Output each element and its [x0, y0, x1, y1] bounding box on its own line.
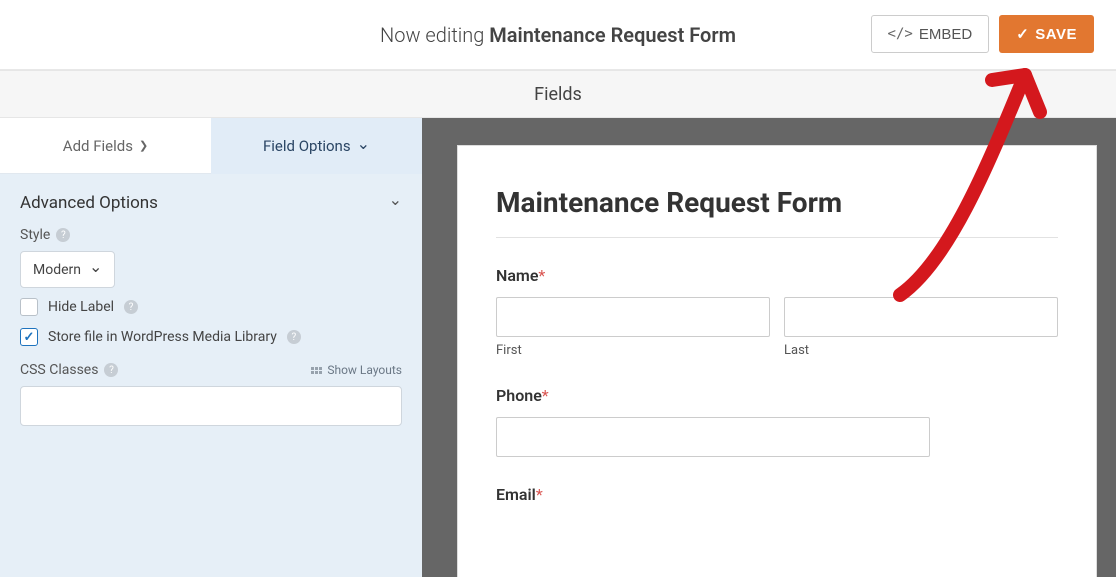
phone-label: Phone	[496, 386, 542, 405]
tab-options-label: Field Options	[263, 137, 351, 155]
name-label: Name	[496, 266, 538, 285]
help-icon[interactable]: ?	[287, 330, 301, 344]
preview-canvas: Maintenance Request Form Name* First Las…	[422, 118, 1116, 577]
check-icon	[1016, 25, 1029, 43]
fields-heading-text: Fields	[534, 84, 582, 105]
required-asterisk: *	[542, 386, 549, 405]
first-name-input[interactable]	[496, 297, 770, 337]
style-select[interactable]: Modern	[20, 251, 115, 288]
embed-label: EMBED	[919, 26, 972, 43]
save-button[interactable]: SAVE	[999, 15, 1094, 53]
name-inputs: First Last	[496, 297, 1058, 358]
last-sublabel: Last	[784, 343, 1058, 358]
hide-label-checkbox[interactable]	[20, 298, 38, 316]
hide-label-text: Hide Label	[48, 299, 114, 315]
store-file-checkbox[interactable]: ✓	[20, 328, 38, 346]
chevron-down-icon	[357, 137, 370, 156]
style-value: Modern	[33, 262, 81, 278]
email-label: Email	[496, 485, 536, 504]
fields-heading: Fields	[0, 70, 1116, 118]
save-label: SAVE	[1035, 26, 1077, 43]
first-sublabel: First	[496, 343, 770, 358]
show-layouts-button[interactable]: Show Layouts	[311, 363, 402, 377]
section-advanced-options[interactable]: Advanced Options	[0, 174, 422, 217]
section-title: Advanced Options	[20, 193, 158, 213]
field-email: Email*	[496, 485, 1058, 504]
show-layouts-text: Show Layouts	[327, 363, 402, 377]
builder-layout: Add Fields Field Options Advanced Option…	[0, 118, 1116, 577]
chevron-down-icon	[89, 260, 102, 279]
grid-icon	[311, 367, 322, 374]
tab-field-options[interactable]: Field Options	[211, 118, 422, 174]
preview-pane: Maintenance Request Form Name* First Las…	[422, 118, 1116, 577]
chevron-down-icon	[389, 192, 402, 213]
field-name: Name* First Last	[496, 266, 1058, 358]
page-title: Now editing Maintenance Request Form	[380, 23, 736, 47]
last-name-input[interactable]	[784, 297, 1058, 337]
required-asterisk: *	[538, 266, 545, 285]
tab-add-fields[interactable]: Add Fields	[0, 118, 211, 174]
help-icon[interactable]: ?	[124, 300, 138, 314]
css-classes-label: CSS Classes	[20, 362, 98, 378]
style-group: Style ? Modern	[0, 217, 422, 288]
required-asterisk: *	[536, 485, 543, 504]
css-classes-label-row: CSS Classes ?	[20, 362, 118, 378]
tab-add-label: Add Fields	[63, 137, 133, 155]
header-actions: </> EMBED SAVE	[871, 15, 1094, 53]
field-phone: Phone*	[496, 386, 1058, 457]
form-title: Maintenance Request Form	[496, 186, 1058, 238]
sidebar: Add Fields Field Options Advanced Option…	[0, 118, 422, 577]
sidebar-tabs: Add Fields Field Options	[0, 118, 422, 174]
style-label-row: Style ?	[20, 227, 402, 243]
chevron-right-icon	[139, 139, 148, 152]
store-file-text: Store file in WordPress Media Library	[48, 329, 277, 345]
help-icon[interactable]: ?	[104, 363, 118, 377]
help-icon[interactable]: ?	[56, 228, 70, 242]
options-panel: Advanced Options Style ? Modern Hide Lab…	[0, 174, 422, 577]
store-file-row: ✓ Store file in WordPress Media Library …	[0, 318, 422, 348]
top-bar: Now editing Maintenance Request Form </>…	[0, 0, 1116, 70]
code-icon: </>	[888, 26, 913, 42]
editing-prefix: Now editing	[380, 23, 489, 47]
form-preview: Maintenance Request Form Name* First Las…	[458, 146, 1096, 577]
css-classes-input[interactable]	[20, 386, 402, 426]
phone-input[interactable]	[496, 417, 930, 457]
style-label: Style	[20, 227, 50, 243]
form-name: Maintenance Request Form	[489, 23, 736, 47]
hide-label-row: Hide Label ?	[0, 288, 422, 318]
embed-button[interactable]: </> EMBED	[871, 15, 990, 53]
css-classes-head: CSS Classes ? Show Layouts	[0, 348, 422, 386]
